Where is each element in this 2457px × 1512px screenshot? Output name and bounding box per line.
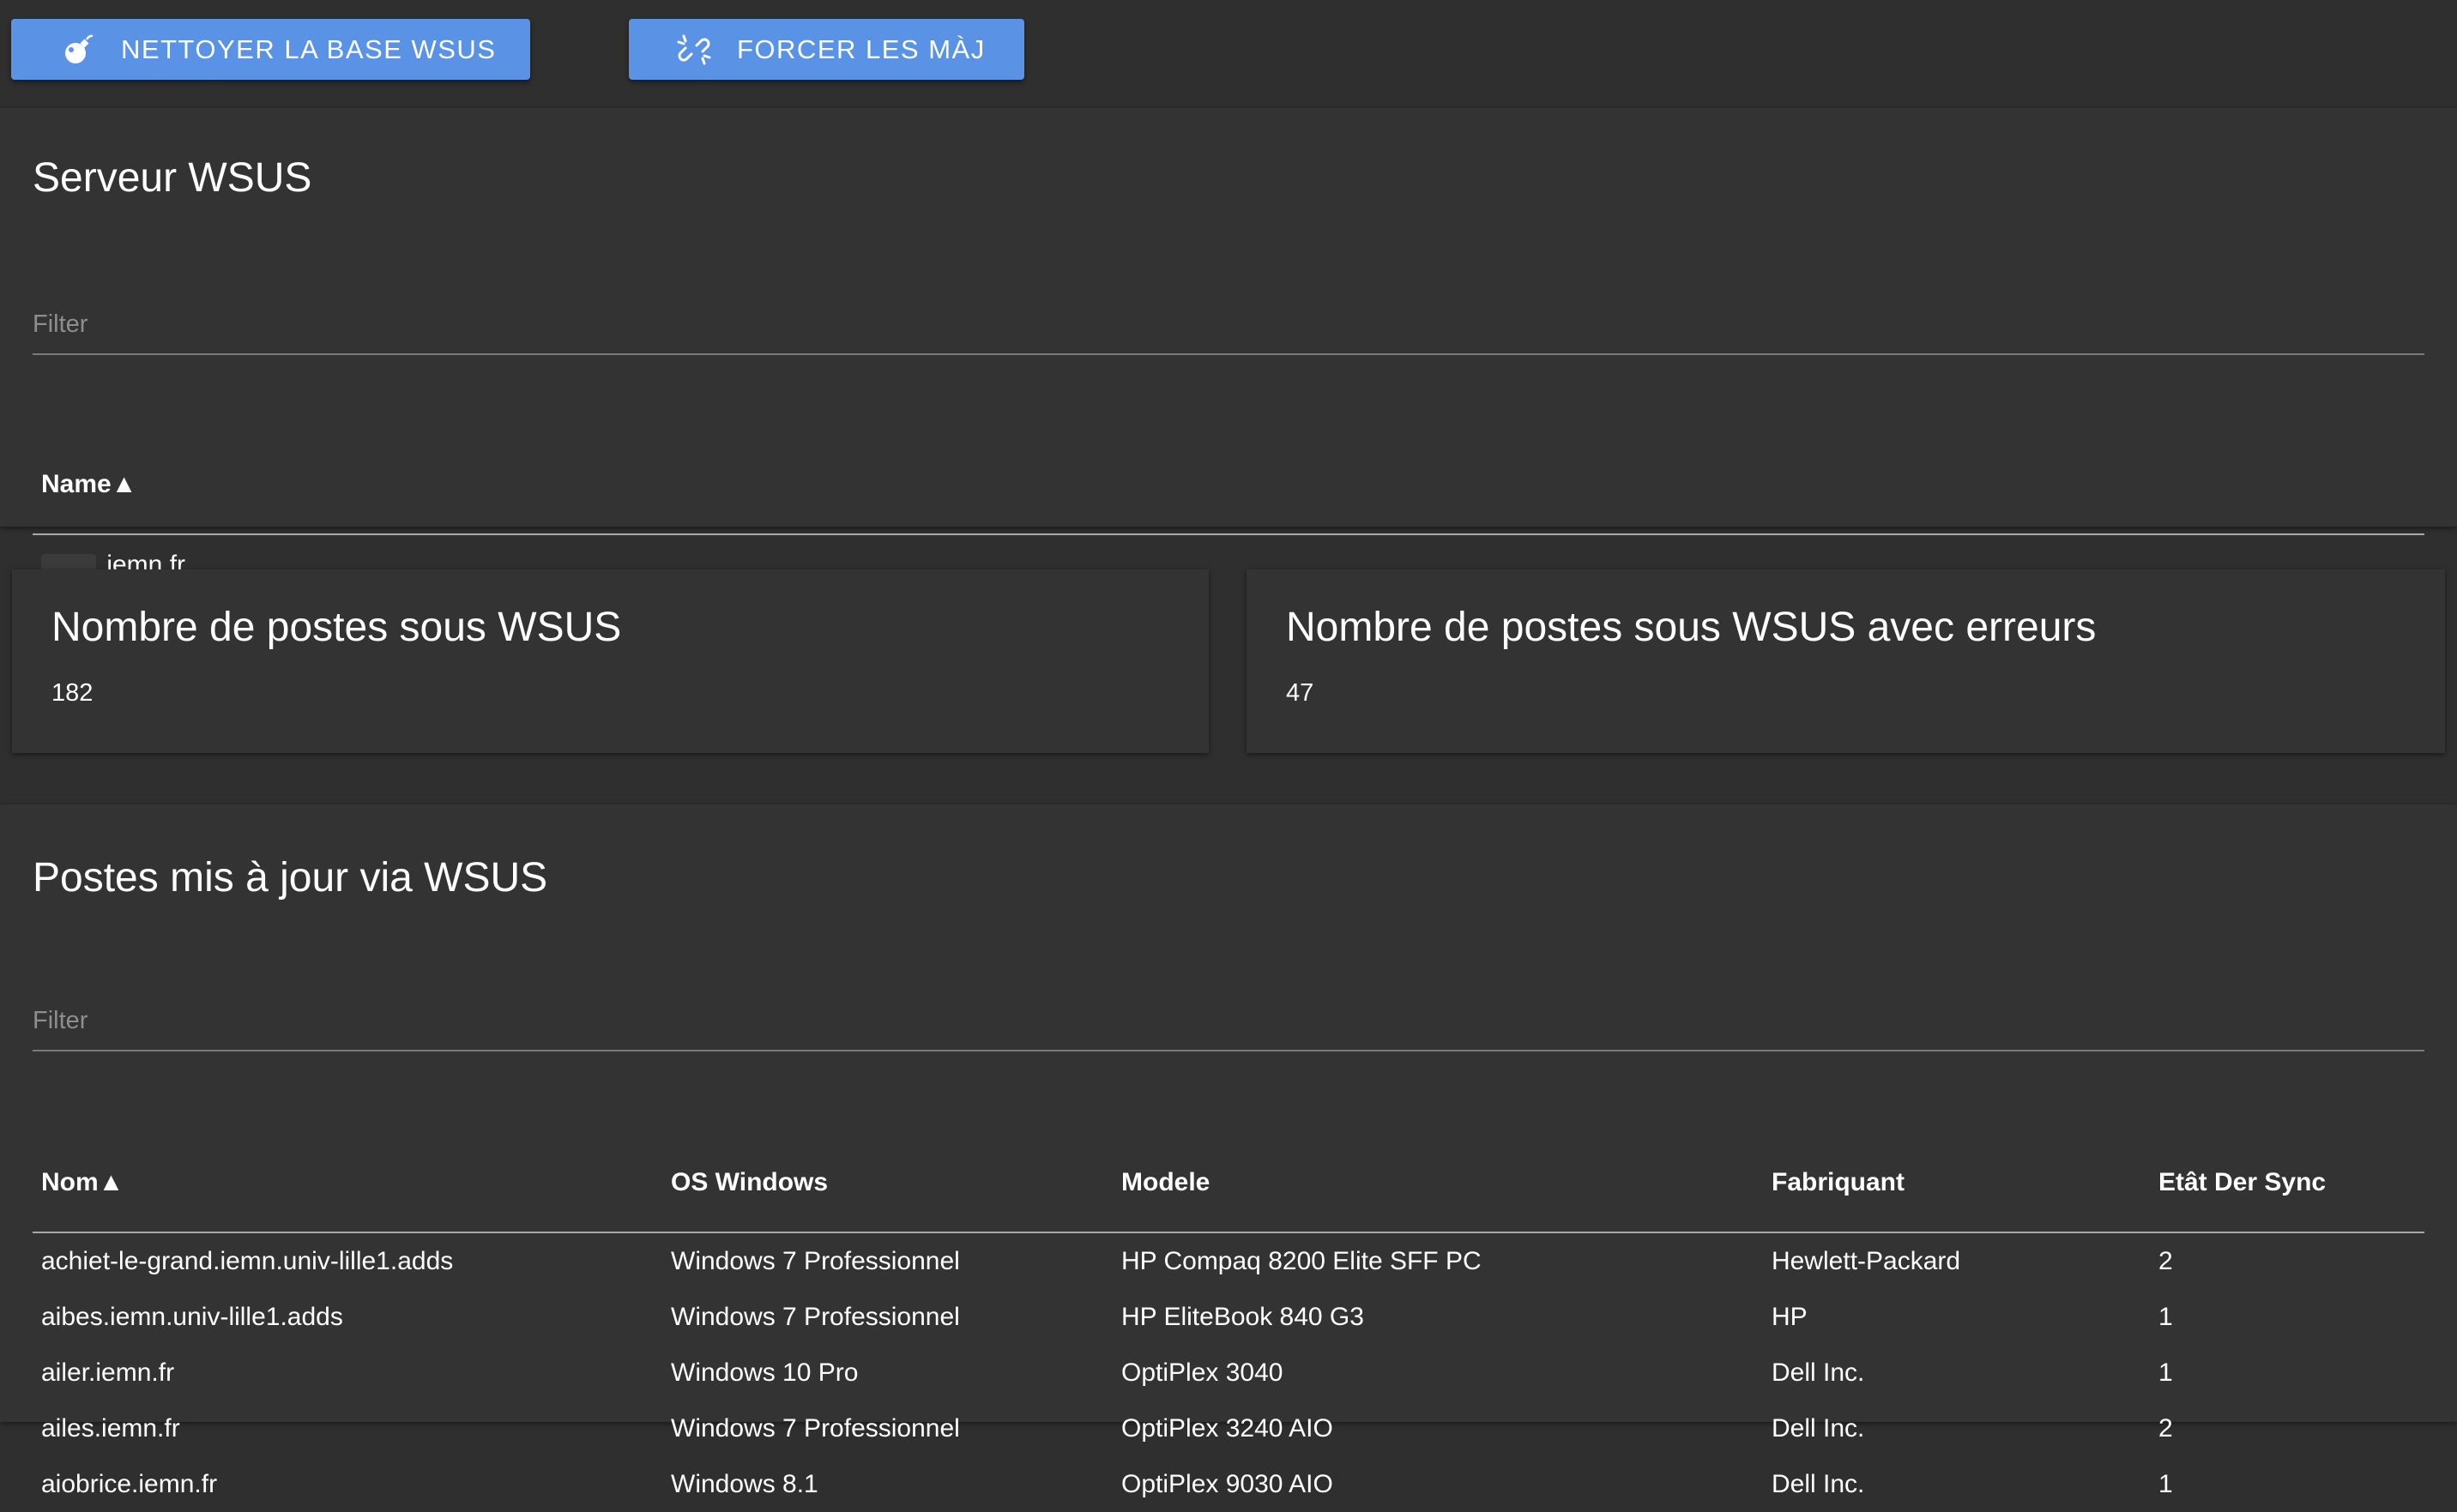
column-header-name[interactable]: Name▲: [41, 470, 136, 499]
manufacturer-cell: HP: [1772, 1303, 1808, 1331]
sync-state-cell: 1: [2158, 1470, 2173, 1498]
server-panel-title: Serveur WSUS: [33, 155, 312, 201]
wsus-server-panel: Serveur WSUS Name▲ .iemn.fr: [0, 108, 2457, 579]
server-filter[interactable]: [33, 305, 2424, 355]
hosts-filter-input[interactable]: [33, 1007, 2424, 1035]
stat-card-total-hosts: Nombre de postes sous WSUS 182: [12, 569, 1209, 753]
model-cell: OptiPlex 3040: [1121, 1358, 1283, 1387]
table-row[interactable]: ailer.iemn.fr Windows 10 Pro OptiPlex 30…: [33, 1345, 2424, 1401]
os-cell: Windows 10 Pro: [671, 1358, 859, 1387]
stat-title: Nombre de postes sous WSUS avec erreurs: [1286, 605, 2097, 650]
clean-wsus-button[interactable]: NETTOYER LA BASE WSUS: [11, 19, 530, 80]
os-cell: Windows 8.1: [671, 1470, 818, 1498]
host-name-cell: achiet-le-grand.iemn.univ-lille1.adds: [41, 1247, 454, 1275]
stat-card-error-hosts: Nombre de postes sous WSUS avec erreurs …: [1247, 569, 2445, 753]
unlink-icon: [677, 33, 711, 67]
os-cell: Windows 7 Professionnel: [671, 1303, 960, 1331]
table-row[interactable]: ailes.iemn.fr Windows 7 Professionnel Op…: [33, 1401, 2424, 1456]
hosts-filter[interactable]: [33, 1002, 2424, 1051]
manufacturer-cell: Dell Inc.: [1772, 1470, 1865, 1498]
force-updates-button[interactable]: FORCER LES MÀJ: [629, 19, 1024, 80]
column-header-fabriquant[interactable]: Fabriquant: [1772, 1168, 1905, 1197]
stat-value: 182: [51, 679, 94, 707]
host-name-cell: aibes.iemn.univ-lille1.adds: [41, 1303, 343, 1331]
manufacturer-cell: Dell Inc.: [1772, 1414, 1865, 1443]
host-name-cell: aiobrice.iemn.fr: [41, 1470, 218, 1498]
manufacturer-cell: Hewlett-Packard: [1772, 1247, 1961, 1275]
os-cell: Windows 7 Professionnel: [671, 1414, 960, 1443]
clean-wsus-label: NETTOYER LA BASE WSUS: [121, 33, 497, 64]
force-updates-label: FORCER LES MÀJ: [737, 33, 986, 64]
sync-state-cell: 2: [2158, 1414, 2173, 1443]
column-header-modele[interactable]: Modele: [1121, 1168, 1210, 1197]
hosts-panel-title: Postes mis à jour via WSUS: [33, 855, 548, 901]
model-cell: OptiPlex 3240 AIO: [1121, 1414, 1333, 1443]
toolbar: NETTOYER LA BASE WSUS FORCER LES MÀJ: [0, 0, 2457, 108]
host-name-cell: ailes.iemn.fr: [41, 1414, 180, 1443]
hosts-table: Nom▲ OS Windows Modele Fabriquant Etât D…: [33, 1123, 2424, 1512]
manufacturer-cell: Dell Inc.: [1772, 1358, 1865, 1387]
column-header-sync-state[interactable]: Etât Der Sync: [2158, 1168, 2326, 1197]
table-row[interactable]: aiobrice.iemn.fr Windows 8.1 OptiPlex 90…: [33, 1456, 2424, 1512]
sync-state-cell: 2: [2158, 1247, 2173, 1275]
server-table: Name▲ .iemn.fr: [33, 425, 2424, 590]
model-cell: OptiPlex 9030 AIO: [1121, 1470, 1333, 1498]
model-cell: HP EliteBook 840 G3: [1121, 1303, 1364, 1331]
server-table-header: Name▲: [33, 425, 2424, 535]
sync-state-cell: 1: [2158, 1358, 2173, 1387]
table-row[interactable]: achiet-le-grand.iemn.univ-lille1.adds Wi…: [33, 1233, 2424, 1289]
bomb-icon: [61, 33, 95, 67]
table-row[interactable]: aibes.iemn.univ-lille1.adds Windows 7 Pr…: [33, 1289, 2424, 1345]
hosts-table-header: Nom▲ OS Windows Modele Fabriquant Etât D…: [33, 1123, 2424, 1233]
sync-state-cell: 1: [2158, 1303, 2173, 1331]
stat-title: Nombre de postes sous WSUS: [51, 605, 622, 650]
os-cell: Windows 7 Professionnel: [671, 1247, 960, 1275]
host-name-cell: ailer.iemn.fr: [41, 1358, 175, 1387]
model-cell: HP Compaq 8200 Elite SFF PC: [1121, 1247, 1482, 1275]
column-header-os[interactable]: OS Windows: [671, 1168, 828, 1197]
stat-value: 47: [1286, 679, 1314, 707]
column-header-nom[interactable]: Nom▲: [41, 1168, 124, 1197]
hosts-panel: Postes mis à jour via WSUS Nom▲ OS Windo…: [0, 804, 2457, 1498]
server-filter-input[interactable]: [33, 310, 2424, 339]
